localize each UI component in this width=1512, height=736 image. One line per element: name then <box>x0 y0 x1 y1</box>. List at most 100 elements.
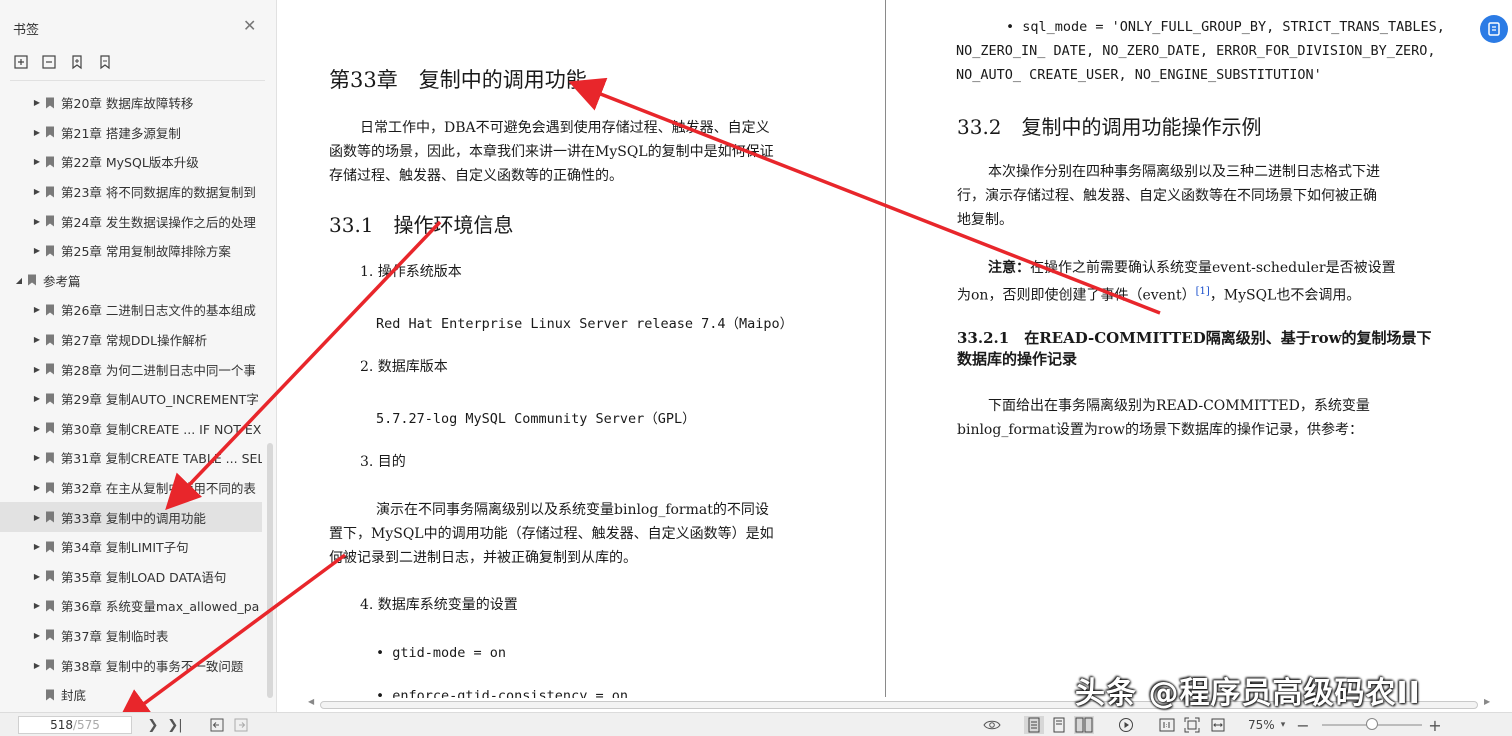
bookmarks-toolbar <box>12 53 114 71</box>
bookmark-item[interactable]: ▶ 第35章 复制LOAD DATA语句 <box>0 562 262 592</box>
zoom-slider-handle[interactable] <box>1366 718 1378 730</box>
bookmark-item[interactable]: ▶ 第27章 常规DDL操作解析 <box>0 325 262 355</box>
bookmark-item[interactable]: ▶ 第25章 常用复制故障排除方案 <box>0 236 262 266</box>
fit-page-icon[interactable] <box>1182 716 1202 734</box>
back-icon[interactable] <box>208 716 226 734</box>
note-text-1: 在操作之前需要确认系统变量event-scheduler是否被设置 <box>1030 260 1396 276</box>
item-3-line-3: 何被记录到二进制日志，并被正确复制到从库的。 <box>329 550 637 566</box>
footnote-link[interactable]: [1] <box>1196 286 1210 297</box>
item-1-label: 1. 操作系统版本 <box>360 264 462 280</box>
scroll-left-icon[interactable]: ◀ <box>308 697 314 706</box>
expand-arrow-icon[interactable]: ▶ <box>32 187 42 196</box>
expand-arrow-icon[interactable]: ▶ <box>32 365 42 374</box>
zoom-level[interactable]: 75% <box>1248 718 1275 732</box>
bookmark-item[interactable]: ▶ 第28章 为何二进制日志中同一个事 <box>0 354 262 384</box>
eye-protection-icon[interactable] <box>982 716 1002 734</box>
bookmark-item[interactable]: ▶ 第23章 将不同数据库的数据复制到 <box>0 177 262 207</box>
bookmark-label: 第37章 复制临时表 <box>61 628 169 644</box>
bookmark-icon <box>46 186 54 198</box>
expand-arrow-icon[interactable]: ▶ <box>32 661 42 670</box>
expand-arrow-icon[interactable]: ▶ <box>32 246 42 255</box>
forward-icon[interactable] <box>232 716 250 734</box>
bullet-gtid-mode: • gtid-mode = on <box>376 645 507 661</box>
bookmark-item[interactable]: ▶ 第30章 复制CREATE ... IF NOT EX <box>0 414 262 444</box>
bookmark-item[interactable]: ▶ 第36章 系统变量max_allowed_pa <box>0 591 262 621</box>
close-icon[interactable]: ✕ <box>243 18 256 34</box>
scrollbar-thumb[interactable] <box>267 443 273 698</box>
expand-arrow-icon[interactable]: ▶ <box>32 631 42 640</box>
add-bookmark-icon[interactable] <box>68 53 86 71</box>
watermark: 头条 @程序员高级码农II <box>1075 676 1421 711</box>
subsection-title-line-1: 33.2.1 在READ-COMMITTED隔离级别、基于row的复制场景下 <box>957 329 1432 347</box>
continuous-view-icon[interactable] <box>1049 716 1069 734</box>
bookmark-icon <box>28 274 36 286</box>
bookmark-item[interactable]: ▶ 第38章 复制中的事务不一致问题 <box>0 650 262 680</box>
expand-arrow-icon[interactable]: ▶ <box>32 601 42 610</box>
last-page-icon[interactable]: ❯| <box>166 716 184 734</box>
bookmark-label: 第33章 复制中的调用功能 <box>61 510 206 526</box>
bookmark-item-active[interactable]: ▶ 第33章 复制中的调用功能 <box>0 502 262 532</box>
actual-size-icon[interactable] <box>1157 716 1177 734</box>
bookmark-item[interactable]: 封底 <box>0 680 262 710</box>
expand-arrow-icon[interactable]: ▶ <box>32 128 42 137</box>
bookmark-label: 第32章 在主从复制中使用不同的表 <box>61 481 256 497</box>
fit-width-icon[interactable] <box>1208 716 1228 734</box>
expand-arrow-icon[interactable]: ▶ <box>32 394 42 403</box>
expand-arrow-icon[interactable]: ▶ <box>32 305 42 314</box>
bookmark-item[interactable]: ▶ 第32章 在主从复制中使用不同的表 <box>0 473 262 503</box>
expand-arrow-icon[interactable]: ▶ <box>32 513 42 522</box>
bookmark-item[interactable]: ▶ 第22章 MySQL版本升级 <box>0 147 262 177</box>
bookmark-item[interactable]: ▶ 第26章 二进制日志文件的基本组成 <box>0 295 262 325</box>
bookmark-icon <box>46 156 54 168</box>
bookmark-item[interactable]: ▶ 第24章 发生数据误操作之后的处理 <box>0 206 262 236</box>
bookmarks-scrollbar[interactable] <box>267 88 273 708</box>
bookmark-item[interactable]: ▶ 第21章 搭建多源复制 <box>0 118 262 148</box>
bookmarks-header: 书签 ✕ <box>0 0 277 48</box>
expand-arrow-icon[interactable]: ▶ <box>32 335 42 344</box>
delete-bookmark-icon[interactable] <box>96 53 114 71</box>
item-2-value: 5.7.27-log MySQL Community Server（GPL） <box>376 411 696 427</box>
double-page-view-icon[interactable] <box>1074 716 1094 734</box>
scroll-right-icon[interactable]: ▶ <box>1484 697 1490 706</box>
document-view: 第33章 复制中的调用功能 日常工作中，DBA不可避免会遇到使用存储过程、触发器… <box>278 0 1512 712</box>
bookmark-icon <box>46 393 54 405</box>
bookmark-item[interactable]: ▶ 第31章 复制CREATE TABLE ... SEL <box>0 443 262 473</box>
expand-arrow-icon[interactable]: ▶ <box>32 424 42 433</box>
expand-arrow-icon[interactable]: ▶ <box>32 483 42 492</box>
expand-arrow-icon[interactable]: ▶ <box>32 98 42 107</box>
bookmark-item[interactable]: ◢ 参考篇 <box>0 266 262 296</box>
note-label: 注意： <box>988 260 1030 276</box>
expand-arrow-icon[interactable]: ▶ <box>32 542 42 551</box>
expand-arrow-icon[interactable]: ▶ <box>32 217 42 226</box>
bookmark-item[interactable]: ▶ 第29章 复制AUTO_INCREMENT字 <box>0 384 262 414</box>
pdf-reader-window: 书签 ✕ ▶ 第20章 数据库故障转移 ▶ 第21章 搭建多源复制 ▶ 第22章 MySQ… <box>0 0 1512 736</box>
bookmark-icon <box>46 363 54 375</box>
expand-arrow-icon[interactable]: ▶ <box>32 157 42 166</box>
collapse-all-icon[interactable] <box>40 53 58 71</box>
toolbar-divider <box>10 80 265 81</box>
collapse-arrow-icon[interactable]: ◢ <box>14 276 24 285</box>
zoom-out-icon[interactable]: − <box>1296 716 1310 735</box>
single-page-view-icon[interactable] <box>1024 716 1044 734</box>
page-number-input[interactable]: 518/575 <box>18 716 132 734</box>
bookmarks-title: 书签 <box>13 23 40 38</box>
expand-arrow-icon[interactable]: ▶ <box>32 453 42 462</box>
note-text-2a: 为on，否则即使创建了事件（event） <box>957 287 1196 304</box>
expand-all-icon[interactable] <box>12 53 30 71</box>
zoom-dropdown-icon[interactable]: ▾ <box>1278 716 1288 734</box>
bookmark-label: 第29章 复制AUTO_INCREMENT字 <box>61 392 259 408</box>
expand-arrow-icon[interactable]: ▶ <box>32 572 42 581</box>
bookmark-icon <box>46 334 54 346</box>
next-page-icon[interactable]: ❯ <box>146 716 160 734</box>
note-line-2: 为on，否则即使创建了事件（event）[1]，MySQL也不会调用。 <box>957 280 1360 308</box>
bookmark-item[interactable]: ▶ 第34章 复制LIMIT子句 <box>0 532 262 562</box>
chapter-title: 第33章 复制中的调用功能 <box>329 68 587 92</box>
ai-assistant-icon[interactable] <box>1480 15 1508 43</box>
subsection-title-line-2: 数据库的操作记录 <box>957 350 1078 368</box>
play-icon[interactable] <box>1116 716 1136 734</box>
zoom-in-icon[interactable]: + <box>1428 716 1442 735</box>
bookmark-item[interactable]: ▶ 第20章 数据库故障转移 <box>0 88 262 118</box>
bookmark-item[interactable]: ▶ 第37章 复制临时表 <box>0 621 262 651</box>
bookmark-icon <box>45 452 54 464</box>
sql-mode-line-2: NO_ZERO_IN_ DATE, NO_ZERO_DATE, ERROR_FO… <box>956 43 1436 59</box>
